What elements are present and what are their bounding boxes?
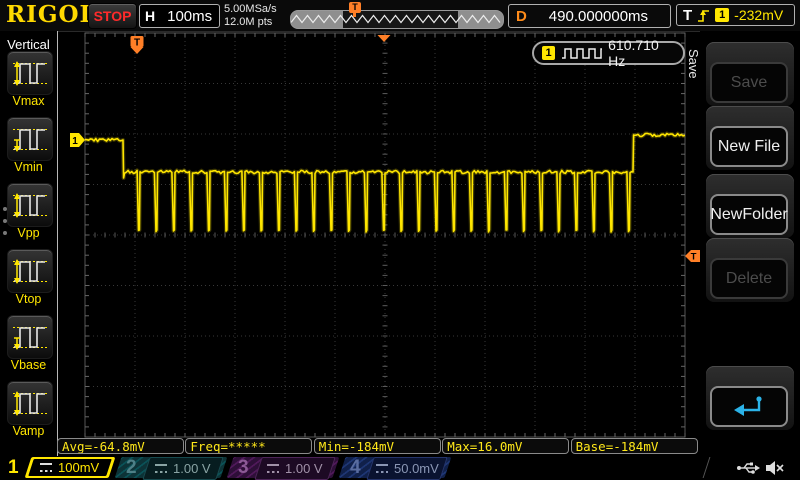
- measure-label: Vmin: [0, 160, 57, 174]
- newfolder-button[interactable]: NewFolder: [710, 194, 788, 235]
- channel-1-position-label: 1: [72, 136, 78, 147]
- measure-label: Vbase: [0, 358, 57, 372]
- softkey-save: Save: [706, 42, 794, 106]
- counter-source-badge: 1: [542, 46, 555, 60]
- rigol-logo: RIGOL: [6, 1, 97, 28]
- measure-menu: Vertical Vmax Vmin: [0, 31, 58, 456]
- dc-coupling-icon: [376, 464, 388, 473]
- measurement-readout-4: Base=-184mV: [571, 438, 698, 454]
- speaker-muted-icon: [764, 459, 786, 477]
- trigger-position-flag-icon[interactable]: T: [349, 2, 361, 13]
- screen-center-marker-icon: [378, 35, 391, 42]
- vtop-icon: [11, 256, 49, 286]
- dc-coupling-icon: [267, 464, 279, 473]
- delay-readout[interactable]: D 490.000000ms: [508, 4, 671, 28]
- memory-position-bar[interactable]: [290, 10, 504, 29]
- frequency-value: 610.710 Hz: [608, 37, 675, 69]
- channel-4-scale: 50.0mV: [394, 461, 439, 476]
- usb-icon: [736, 460, 760, 476]
- channel-1-trace: [85, 133, 685, 232]
- channel-1-scale: 100mV: [58, 460, 99, 475]
- vmin-icon: [11, 124, 49, 154]
- measure-button-vamp[interactable]: [7, 381, 53, 425]
- measure-label: Vtop: [0, 292, 57, 306]
- acquisition-info: 5.00MSa/s 12.0M pts: [224, 3, 277, 29]
- new-file-button[interactable]: New File: [710, 126, 788, 167]
- measurement-readout-2: Min=-184mV: [314, 438, 441, 454]
- trigger-level-label: T: [691, 252, 697, 263]
- channel-3-scale: 1.00 V: [285, 461, 323, 476]
- trigger-level-value: -232mV: [734, 7, 783, 23]
- divider: [703, 457, 721, 478]
- save-button[interactable]: Save: [710, 62, 788, 103]
- delay-value: 490.000000ms: [527, 8, 670, 25]
- measure-label: Vamp: [0, 424, 57, 438]
- softkey-delete: Delete: [706, 238, 794, 302]
- measure-button-vbase[interactable]: [7, 315, 53, 359]
- channel-2-scale: 1.00 V: [173, 461, 211, 476]
- softkey-new-file: New File: [706, 106, 794, 170]
- delete-button[interactable]: Delete: [710, 258, 788, 299]
- trigger-readout[interactable]: T 1 -232mV: [676, 4, 795, 26]
- softkey-newfolder: NewFolder: [706, 174, 794, 238]
- status-bar: RIGOL STOP H 100ms 5.00MSa/s 12.0M pts T…: [0, 0, 800, 32]
- measurement-readout-1: Freq=*****: [185, 438, 312, 454]
- measure-label: Vpp: [0, 226, 57, 240]
- channel-1-number: 1: [8, 456, 19, 480]
- vpp-icon: [11, 190, 49, 220]
- vbase-icon: [11, 322, 49, 352]
- channel-3-scale-inner: 1.00 V: [254, 457, 335, 480]
- timebase-value: 100ms: [167, 8, 212, 25]
- h-label: H: [145, 8, 155, 24]
- square-wave-icon: [561, 47, 602, 60]
- oscilloscope-screen: T 1 T RIGOL STOP H 100ms 5.00MSa/s 12.0M p…: [0, 0, 800, 480]
- waveform-display: T 1 T: [0, 0, 800, 480]
- return-arrow-icon: [732, 394, 766, 420]
- save-menu: Save SaveNew FileNewFolderDelete: [700, 31, 800, 456]
- trigger-slope-rising-icon: [697, 8, 710, 23]
- memory-waveform-icon: [291, 11, 501, 28]
- channel-4-number: 4: [350, 456, 361, 480]
- trigger-time-flag-label: T: [134, 38, 140, 49]
- softkey-back: [706, 366, 794, 430]
- measure-button-vmin[interactable]: [7, 117, 53, 161]
- sample-rate: 5.00MSa/s: [224, 3, 277, 16]
- channel-4-scale-inner: 50.0mV: [366, 457, 447, 480]
- channel-2-scale-inner: 1.00 V: [142, 457, 223, 480]
- channel-bar: 1 100mV 2 1.00 V 3 1.00 V 4: [0, 456, 800, 480]
- channel-3-number: 3: [238, 456, 249, 480]
- measure-menu-title: Vertical: [0, 37, 57, 52]
- back-button[interactable]: [710, 386, 788, 427]
- trigger-source-badge: 1: [715, 8, 729, 22]
- vamp-icon: [11, 388, 49, 418]
- delay-label: D: [516, 8, 527, 25]
- measure-button-vmax[interactable]: [7, 51, 53, 95]
- trigger-label: T: [683, 7, 692, 24]
- measure-button-vtop[interactable]: [7, 249, 53, 293]
- measure-label: Vmax: [0, 94, 57, 108]
- vmax-icon: [11, 58, 49, 88]
- measure-button-vpp[interactable]: [7, 183, 53, 227]
- run-stop-status[interactable]: STOP: [88, 3, 137, 29]
- horizontal-timebase[interactable]: H 100ms: [139, 4, 220, 28]
- dc-coupling-icon: [40, 463, 52, 472]
- frequency-counter: 1 610.710 Hz: [532, 41, 685, 65]
- save-menu-tab: Save: [686, 49, 701, 79]
- measurement-readout-3: Max=16.0mV: [442, 438, 569, 454]
- dc-coupling-icon: [155, 464, 167, 473]
- channel-2-number: 2: [126, 456, 137, 480]
- memory-depth: 12.0M pts: [224, 16, 277, 29]
- measurement-readout-0: Avg=-64.8mV: [57, 438, 184, 454]
- channel-1-scale-box: 100mV: [25, 457, 116, 478]
